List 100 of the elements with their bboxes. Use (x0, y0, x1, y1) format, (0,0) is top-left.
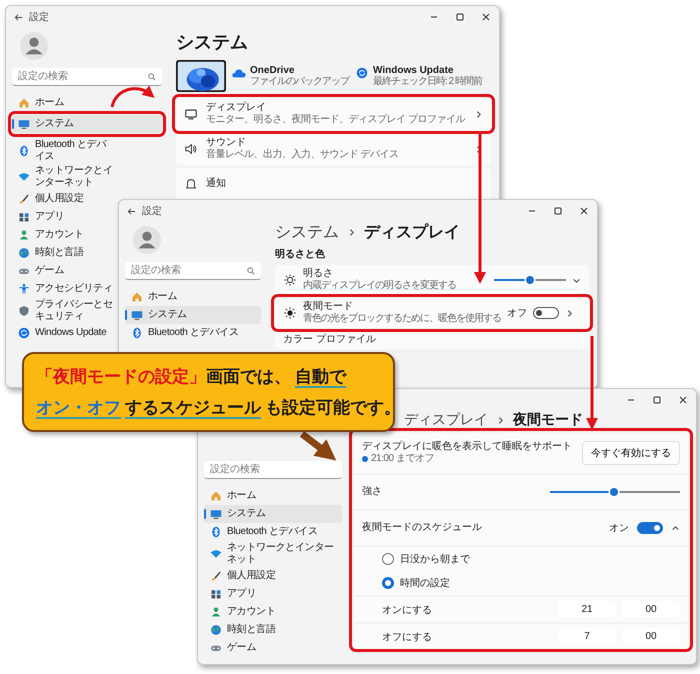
nav-item[interactable]: アプリ (204, 585, 342, 603)
chevron-icon (347, 228, 356, 237)
nav-item[interactable]: 個人用設定 (204, 567, 342, 585)
option-label: 時間の設定 (400, 576, 450, 590)
radio-button[interactable] (382, 577, 394, 589)
refresh-icon (18, 327, 30, 339)
back-icon[interactable] (14, 12, 23, 22)
bluetooth-icon (131, 327, 143, 339)
row-description: 音量レベル、出力、入力、サウンド デバイス (206, 149, 400, 161)
settings-row[interactable]: 明るさ 内蔵ディスプレイの明るさを変更する (275, 265, 589, 295)
status-dot-icon (362, 456, 368, 462)
nav-item[interactable]: Bluetooth とデバイス (12, 138, 117, 164)
sun-icon (283, 273, 297, 287)
row-title: ディスプレイに暖色を表示して睡眠をサポート (362, 441, 573, 453)
nav-item[interactable]: アクセシビリティ (12, 280, 117, 298)
speaker-icon (184, 142, 198, 156)
row-title: 通知 (206, 178, 227, 190)
time-label: オンにする (382, 604, 432, 616)
hour-field[interactable]: 7 (558, 628, 616, 645)
nav-item[interactable]: アカウント (204, 603, 342, 621)
page-heading: 夜間モード (513, 411, 583, 429)
hour-field[interactable]: 21 (558, 601, 616, 618)
breadcrumb-link[interactable]: システム (275, 222, 339, 243)
toggle-switch[interactable] (637, 522, 663, 534)
person-icon (18, 229, 30, 241)
bell-icon (184, 177, 198, 191)
maximize-icon[interactable] (652, 395, 662, 405)
nav-item[interactable]: ゲーム (12, 262, 68, 280)
home-icon (18, 97, 30, 109)
settings-row[interactable]: 通知 (176, 168, 491, 200)
monitor-icon (210, 508, 222, 520)
search-field[interactable]: 設定の検索 (12, 68, 162, 86)
wifi-icon (210, 548, 222, 560)
nav-item[interactable]: システム (204, 505, 342, 523)
service-status: ファイルのバックアップ (250, 76, 349, 88)
wifi-icon (18, 171, 30, 183)
person-icon (210, 606, 222, 618)
slider[interactable] (494, 276, 566, 284)
nav-item[interactable]: 個人用設定 (12, 190, 88, 208)
bluetooth-icon (210, 526, 222, 538)
nav-item[interactable]: Bluetooth とデバイス (204, 523, 342, 541)
section-heading: 明るさと色 (275, 248, 326, 261)
window-title: 設定 (29, 10, 49, 24)
chevron-icon[interactable] (671, 524, 680, 532)
row-title: 明るさ (303, 268, 334, 280)
nav-item[interactable]: アカウント (12, 226, 88, 244)
nav-item[interactable]: プライバシーとセキュリティ (12, 298, 117, 324)
chevron-icon (474, 110, 483, 118)
avatar-icon (20, 32, 48, 60)
apps-icon (18, 211, 30, 223)
row-title: サウンド (206, 137, 247, 148)
nav-item[interactable]: ゲーム (204, 639, 342, 657)
page-heading: システム (176, 31, 249, 54)
maximize-icon[interactable] (455, 12, 465, 22)
nav-item[interactable]: システム (125, 306, 261, 324)
search-field[interactable]: 設定の検索 (125, 262, 261, 280)
nav-item[interactable]: ホーム (12, 94, 68, 112)
shield-icon (18, 305, 30, 317)
service-title: OneDrive (250, 64, 296, 76)
service-title: Windows Update (373, 64, 454, 76)
nav-item[interactable]: 時刻と言語 (12, 244, 88, 262)
row-title: 強さ (362, 486, 382, 498)
toggle-switch[interactable] (533, 307, 559, 319)
settings-row[interactable]: カラー プロファイル (275, 331, 589, 349)
maximize-icon[interactable] (553, 206, 563, 216)
minute-field[interactable]: 00 (622, 628, 680, 645)
row-title: 夜間モードのスケジュール (362, 522, 482, 534)
close-icon[interactable] (481, 12, 491, 22)
toggle-status: オン (609, 522, 629, 535)
turn-on-button[interactable]: 今すぐ有効にする (582, 441, 680, 465)
avatar-icon (133, 226, 161, 254)
nav-item[interactable]: ネットワークとインターネット (204, 541, 342, 567)
row-description: 青色の光をブロックするために、暖色を使用する (303, 313, 501, 325)
back-icon[interactable] (127, 206, 136, 216)
status-text: 21:00 までオフ (371, 453, 434, 465)
search-field[interactable]: 設定の検索 (204, 461, 342, 479)
breadcrumb-link[interactable]: ディスプレイ (404, 411, 488, 429)
nav-item[interactable]: ネットワークとインターネット (12, 164, 117, 190)
slider[interactable] (550, 488, 680, 496)
chevron-icon (565, 308, 574, 318)
brush-icon (18, 193, 30, 205)
nav-item[interactable]: 時刻と言語 (204, 621, 342, 639)
toggle-status: オフ (507, 307, 527, 320)
minute-field[interactable]: 00 (622, 601, 680, 618)
home-icon (210, 490, 222, 502)
nav-item[interactable]: アプリ (12, 208, 68, 226)
monitor-icon (131, 309, 143, 321)
settings-row[interactable]: サウンド 音量レベル、出力、入力、サウンド デバイス (176, 133, 491, 165)
radio-button[interactable] (382, 553, 394, 565)
nav-item[interactable]: Windows Update (12, 324, 110, 342)
refresh-icon (355, 66, 369, 78)
row-description: モニター、明るさ、夜間モード、ディスプレイ プロファイル (206, 114, 466, 126)
close-icon[interactable] (579, 206, 589, 216)
close-icon[interactable] (678, 395, 688, 405)
accessibility-icon (18, 283, 30, 295)
page-heading: ディスプレイ (364, 222, 460, 243)
row-title: カラー プロファイル (283, 334, 376, 346)
nav-item[interactable]: ホーム (125, 288, 261, 306)
nav-item[interactable]: Bluetooth とデバイス (125, 324, 261, 342)
nav-item[interactable]: ホーム (204, 487, 342, 505)
